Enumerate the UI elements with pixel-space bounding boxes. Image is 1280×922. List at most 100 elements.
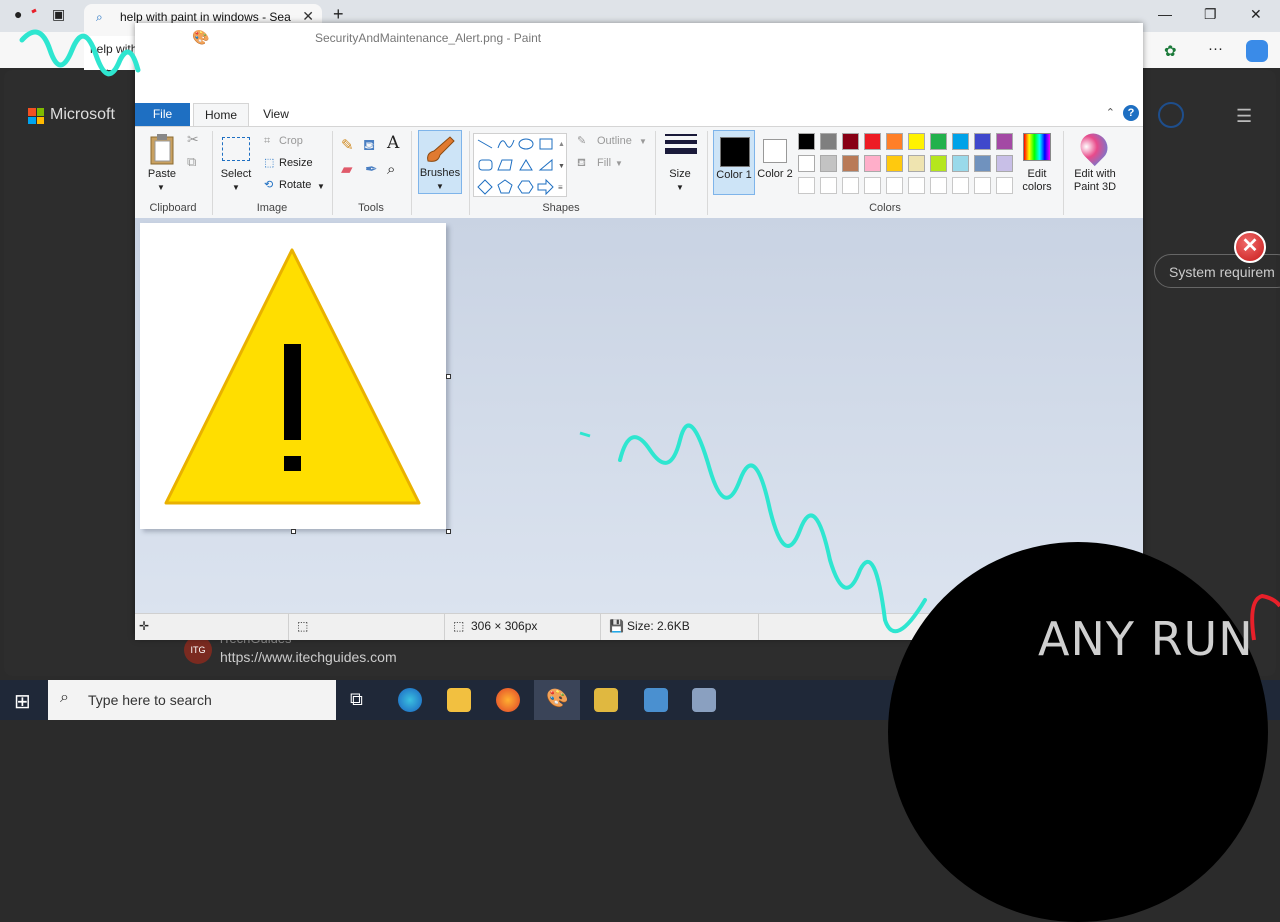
paint3d-icon[interactable] [1074,127,1114,167]
custom-color-slot[interactable] [798,177,815,194]
palette-swatch[interactable] [798,155,815,172]
resize-handle-right[interactable] [446,374,451,379]
new-tab-icon[interactable]: + [333,4,344,25]
palette-swatch[interactable] [952,155,969,172]
help-icon[interactable]: ? [1123,105,1139,121]
crop-icon[interactable]: ⌗ [264,135,270,148]
tab-view[interactable]: View [253,103,299,126]
result-url[interactable]: https://www.itechguides.com [220,649,397,665]
size-label[interactable]: Size [663,168,697,181]
rewards-icon[interactable] [1158,102,1184,128]
brushes-button[interactable]: Brushes ▼ [418,130,462,194]
rotate-label[interactable]: Rotate [279,179,311,192]
palette-swatch[interactable] [930,155,947,172]
rotate-dropdown-icon[interactable]: ▼ [317,180,325,193]
task-view-icon[interactable]: ⧉ [350,689,363,710]
taskbar-search[interactable]: ⌕ Type here to search [48,680,336,720]
paste-label[interactable]: Paste [147,168,177,181]
tab-file[interactable]: File [135,103,190,126]
extensions-icon[interactable]: ✿ [1164,42,1177,60]
paste-dropdown-icon[interactable]: ▼ [157,181,165,194]
control-panel-icon[interactable] [644,688,668,712]
palette-swatch[interactable] [886,155,903,172]
paint-taskbar-button[interactable]: 🎨 [534,680,580,720]
palette-swatch[interactable] [864,133,881,150]
edge-icon[interactable] [398,688,422,712]
paste-icon[interactable] [147,133,177,165]
size-icon[interactable] [665,134,697,160]
folder-icon[interactable] [594,688,618,712]
color1-button[interactable]: Color 1 [713,130,755,195]
custom-color-slot[interactable] [930,177,947,194]
palette-swatch[interactable] [842,133,859,150]
text-tool-icon[interactable]: A [387,135,399,152]
copy-icon[interactable]: ⧉ [187,155,196,168]
custom-color-slot[interactable] [842,177,859,194]
canvas-area[interactable] [135,218,1143,613]
palette-swatch[interactable] [930,133,947,150]
palette-swatch[interactable] [864,155,881,172]
shapes-gallery[interactable]: ▲ ▼ ≡ [473,133,567,197]
custom-color-slot[interactable] [908,177,925,194]
custom-color-slot[interactable] [974,177,991,194]
collapse-ribbon-icon[interactable]: ⌃ [1106,106,1115,119]
image-canvas[interactable] [140,223,446,529]
custom-color-slot[interactable] [996,177,1013,194]
system-requirements-chip[interactable]: System requirem [1154,254,1280,288]
fill-bucket-icon[interactable]: ⛾ [363,138,375,153]
resize-icon[interactable]: ⬚ [264,157,274,170]
more-icon[interactable]: ··· [1208,40,1223,57]
palette-swatch[interactable] [820,133,837,150]
edit-colors-icon[interactable] [1023,133,1051,161]
select-icon[interactable] [222,137,250,161]
outline-icon[interactable]: ✎ [577,135,586,148]
minimize-icon[interactable]: — [1158,6,1172,22]
palette-swatch[interactable] [886,133,903,150]
error-close-icon[interactable]: ✕ [1234,231,1266,263]
cut-icon[interactable]: ✂ [187,132,199,146]
select-dropdown-icon[interactable]: ▼ [232,181,240,194]
edit-colors-label[interactable]: Edit colors [1017,168,1057,194]
menu-icon[interactable]: ☰ [1236,106,1252,127]
edit-paint3d-label[interactable]: Edit with Paint 3D [1069,168,1121,194]
magnifier-icon[interactable]: ⌕ [387,162,395,177]
close-window-icon[interactable]: ✕ [1250,6,1262,23]
palette-swatch[interactable] [798,133,815,150]
app-icon[interactable] [692,688,716,712]
tab-home[interactable]: Home [193,103,249,127]
custom-color-slot[interactable] [952,177,969,194]
resize-handle-bottom[interactable] [291,529,296,534]
copilot-icon[interactable] [1246,40,1268,62]
fill-dropdown-icon[interactable]: ▼ [615,157,623,170]
palette-swatch[interactable] [908,133,925,150]
custom-color-slot[interactable] [820,177,837,194]
outline-label[interactable]: Outline [597,135,632,148]
palette-swatch[interactable] [996,133,1013,150]
windows-start-icon[interactable]: ⊞ [14,689,31,714]
profile-icon[interactable]: ● [14,6,22,22]
custom-color-slot[interactable] [864,177,881,194]
palette-swatch[interactable] [908,155,925,172]
eraser-icon[interactable]: ▰ [341,162,353,177]
custom-color-slot[interactable] [886,177,903,194]
color2-button[interactable]: Color 2 [757,130,793,195]
palette-swatch[interactable] [974,155,991,172]
size-dropdown-icon[interactable]: ▼ [676,181,684,194]
select-label[interactable]: Select [219,168,253,181]
fill-icon[interactable]: ⛾ [577,157,586,170]
tab-actions-icon[interactable]: ▣ [52,6,65,23]
pencil-icon[interactable]: ✎ [341,138,354,153]
palette-swatch[interactable] [952,133,969,150]
palette-swatch[interactable] [974,133,991,150]
restore-icon[interactable]: ❐ [1204,6,1217,23]
firefox-icon[interactable] [496,688,520,712]
color-picker-icon[interactable]: ✒ [365,162,378,177]
resize-handle-corner[interactable] [446,529,451,534]
crop-label[interactable]: Crop [279,135,303,148]
rotate-icon[interactable]: ⟲ [264,179,273,192]
palette-swatch[interactable] [820,155,837,172]
resize-label[interactable]: Resize [279,157,313,170]
outline-dropdown-icon[interactable]: ▼ [639,135,647,148]
fill-label[interactable]: Fill [597,157,611,170]
file-explorer-icon[interactable] [447,688,471,712]
